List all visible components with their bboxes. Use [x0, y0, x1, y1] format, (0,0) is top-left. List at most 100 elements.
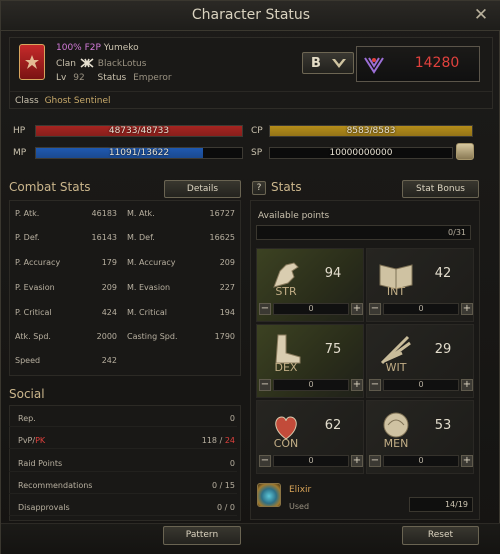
stat-allocation-value: 0 [273, 455, 349, 467]
increase-button[interactable]: + [461, 379, 473, 391]
available-points-box: 0/31 [256, 225, 471, 240]
combat-stat-value: 179 [101, 258, 117, 267]
level-label: Lv [56, 73, 67, 83]
combat-stat-row: M. Critical 194 [127, 308, 235, 324]
recommendations-label: Recommendations [18, 481, 93, 490]
combat-stat-row: P. Atk. 46183 [15, 209, 117, 225]
stat-stepper: −0 + [369, 303, 473, 316]
help-icon[interactable]: ? [252, 181, 266, 195]
close-icon[interactable]: ✕ [471, 5, 491, 25]
title-bar[interactable]: Character Status ✕ [1, 1, 500, 31]
combat-stat-value: 16727 [209, 209, 235, 218]
decrease-button[interactable]: − [369, 303, 381, 315]
combat-stat-row: Casting Spd. 1790 [127, 332, 235, 348]
combat-power-icon [364, 57, 384, 74]
stat-name: WIT [385, 361, 407, 374]
clan-label: Clan [56, 58, 77, 69]
decrease-button[interactable]: − [369, 379, 381, 391]
character-header: 100% F2P Yumeko Clan BlackLotus Lv 92 St… [9, 37, 493, 109]
status-label: Status [97, 73, 127, 83]
hp-label: HP [13, 126, 26, 136]
stat-cell-con: CON 62 −0 + [256, 400, 364, 474]
stat-allocation-value: 0 [273, 303, 349, 315]
class-row: Class Ghost Sentinel [10, 91, 492, 110]
reset-button[interactable]: Reset [402, 526, 479, 545]
decrease-button[interactable]: − [259, 455, 271, 467]
stat-name: CON [273, 437, 299, 450]
combat-stats-panel: P. Atk. 46183 P. Def. 16143 P. Accuracy 179 P.… [9, 200, 241, 376]
mp-label: MP [13, 148, 27, 158]
stat-value: 94 [324, 266, 342, 281]
grade-badge[interactable]: B [302, 52, 354, 74]
combat-stat-row: Atk. Spd. 2000 [15, 332, 117, 348]
stat-cell-wit: WIT 29 −0 + [366, 324, 474, 398]
combat-stat-row: P. Evasion 209 [15, 283, 117, 299]
stat-allocation-value: 0 [273, 379, 349, 391]
combat-stat-value: 16625 [209, 233, 235, 242]
rep-value: 0 [229, 414, 235, 423]
stats-title: Stats [271, 180, 302, 194]
bottom-bar: Pattern Reset [1, 523, 500, 554]
elixir-name: Elixir [289, 485, 312, 495]
combat-stat-name: M. Def. [127, 233, 155, 242]
decrease-button[interactable]: − [259, 303, 271, 315]
pvp-label: PvP [18, 436, 33, 445]
raid-label: Raid Points [18, 459, 63, 468]
combat-stat-name: P. Critical [15, 308, 52, 317]
decrease-button[interactable]: − [369, 455, 381, 467]
combat-stat-value: 209 [219, 258, 235, 267]
pvp-row: PvP/PK 118 / 24 [9, 433, 237, 449]
decrease-button[interactable]: − [259, 379, 271, 391]
elixir-used-value: 14/19 [444, 500, 468, 509]
sp-bar: 10000000000 [269, 147, 453, 159]
hp-value: 48733/48733 [108, 126, 170, 136]
clan-crest-icon [19, 44, 45, 80]
hp-bar: 48733/48733 [35, 125, 243, 137]
combat-stat-value: 194 [219, 308, 235, 317]
combat-stat-name: M. Accuracy [127, 258, 176, 267]
stat-name: INT [386, 285, 406, 298]
stat-stepper: −0 + [369, 379, 473, 392]
social-title: Social [9, 387, 45, 401]
raid-value: 0 [229, 459, 235, 468]
pattern-button[interactable]: Pattern [163, 526, 241, 545]
stat-value: 62 [324, 418, 342, 433]
combat-stat-row: P. Def. 16143 [15, 233, 117, 249]
sp-exchange-icon[interactable] [456, 143, 474, 160]
combat-stat-value: 1790 [214, 332, 235, 341]
clan-name: BlackLotus [97, 58, 147, 69]
stat-bonus-button[interactable]: Stat Bonus [402, 180, 479, 198]
combat-stat-value: 209 [101, 283, 117, 292]
combat-stat-row: M. Atk. 16727 [127, 209, 235, 225]
elixir-used-label: Used [289, 502, 310, 511]
increase-button[interactable]: + [351, 379, 363, 391]
character-name: Yumeko [103, 43, 139, 53]
combat-stat-name: P. Accuracy [15, 258, 61, 267]
combat-stat-name: Speed [15, 356, 41, 365]
pk-label: PK [35, 436, 46, 445]
combat-stat-name: P. Evasion [15, 283, 55, 292]
combat-stat-name: P. Def. [15, 233, 40, 242]
available-points-value: 0/31 [448, 228, 466, 237]
disapprovals-row: Disapprovals 0 / 0 [9, 500, 237, 516]
increase-button[interactable]: + [351, 455, 363, 467]
recommendations-row: Recommendations 0 / 15 [9, 478, 237, 494]
mp-bar: 11091/13622 [35, 147, 243, 159]
available-points-label: Available points [258, 211, 330, 221]
stat-stepper: −0 + [259, 379, 363, 392]
increase-button[interactable]: + [461, 303, 473, 315]
details-button[interactable]: Details [164, 180, 241, 198]
rep-row: Rep. 0 [9, 411, 237, 427]
cp-bar: 8583/8583 [269, 125, 473, 137]
increase-button[interactable]: + [461, 455, 473, 467]
stat-cell-str: STR 94 −0 + [256, 248, 364, 322]
elixir-icon[interactable] [257, 483, 281, 507]
stat-value: 29 [434, 342, 452, 357]
increase-button[interactable]: + [351, 303, 363, 315]
stat-cell-men: MEN 53 −0 + [366, 400, 474, 474]
cp-value: 8583/8583 [346, 126, 396, 136]
f2p-label: 100% F2P [56, 43, 101, 53]
combat-stat-value: 227 [219, 283, 235, 292]
window-title: Character Status [191, 7, 311, 23]
combat-stat-name: M. Critical [127, 308, 167, 317]
